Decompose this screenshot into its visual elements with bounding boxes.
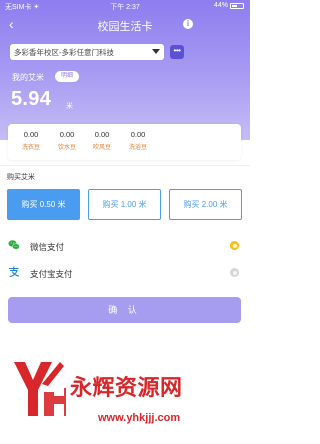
balance-value: 5.94 <box>11 88 52 110</box>
bean-name: 洗浴豆 <box>128 145 147 151</box>
amount-option-2-00[interactable]: 购买 2.00 米 <box>169 189 242 220</box>
bean-item-dryer: 0.00 吹风豆 <box>88 130 116 151</box>
watermark: 永辉资源网 www.yhkjjj.com <box>8 354 244 436</box>
amount-option-0-50[interactable]: 购买 0.50 米 <box>7 189 80 220</box>
payment-label: 微信支付 <box>30 242 65 252</box>
info-icon[interactable]: i <box>183 19 193 29</box>
wechat-icon <box>8 240 20 250</box>
school-select[interactable]: 多彩香年校区-多彩任意门科技 <box>10 44 164 60</box>
battery-percent: 44% <box>213 2 228 9</box>
bean-value: 0.00 <box>94 130 110 139</box>
payment-option-alipay[interactable]: 支付宝支付 <box>0 263 250 283</box>
dropdown-arrow-icon <box>152 49 160 54</box>
radio-selected-icon[interactable] <box>230 241 239 250</box>
school-select-value: 多彩香年校区-多彩任意门科技 <box>14 47 114 57</box>
payment-label: 支付宝支付 <box>30 269 73 279</box>
page-title: 校园生活卡 <box>97 21 153 33</box>
nav-bar: ‹ 校园生活卡 i <box>0 14 250 36</box>
status-bar: 无SIM卡 ✦ 下午 2:37 44% <box>0 0 250 12</box>
radio-unselected-icon[interactable] <box>230 268 239 277</box>
balance-label: 我的艾米 <box>12 73 44 82</box>
details-button[interactable]: 明细 <box>55 71 79 82</box>
purchase-section-label: 购买艾米 <box>7 174 35 181</box>
payment-option-wechat[interactable]: 微信支付 <box>0 236 250 256</box>
battery-icon <box>230 2 244 9</box>
battery-status: 44% <box>214 2 244 9</box>
bean-item-shower: 0.00 洗浴豆 <box>124 130 152 151</box>
bean-name: 吹风豆 <box>92 145 111 151</box>
watermark-logo-icon <box>14 362 66 416</box>
bean-name: 洗衣豆 <box>21 145 40 151</box>
confirm-button[interactable]: 确 认 <box>8 297 241 323</box>
clock-text: 下午 2:37 <box>110 4 140 11</box>
amount-option-1-00[interactable]: 购买 1.00 米 <box>88 189 161 220</box>
bean-value: 0.00 <box>130 130 146 139</box>
watermark-text: 永辉资源网 <box>70 376 183 401</box>
section-divider <box>0 165 250 166</box>
bean-value: 0.00 <box>23 130 39 139</box>
beans-card: 0.00 洗衣豆 0.00 饮水豆 0.00 吹风豆 0.00 洗浴豆 <box>8 124 241 160</box>
bean-value: 0.00 <box>59 130 75 139</box>
alipay-icon <box>8 266 20 278</box>
bean-item-laundry: 0.00 洗衣豆 <box>17 130 45 151</box>
bean-item-water: 0.00 饮水豆 <box>53 130 81 151</box>
watermark-url: www.yhkjjj.com <box>98 412 181 424</box>
balance-unit: 米 <box>66 103 73 110</box>
bean-name: 饮水豆 <box>57 145 76 151</box>
more-options-button[interactable]: ••• <box>170 45 184 59</box>
